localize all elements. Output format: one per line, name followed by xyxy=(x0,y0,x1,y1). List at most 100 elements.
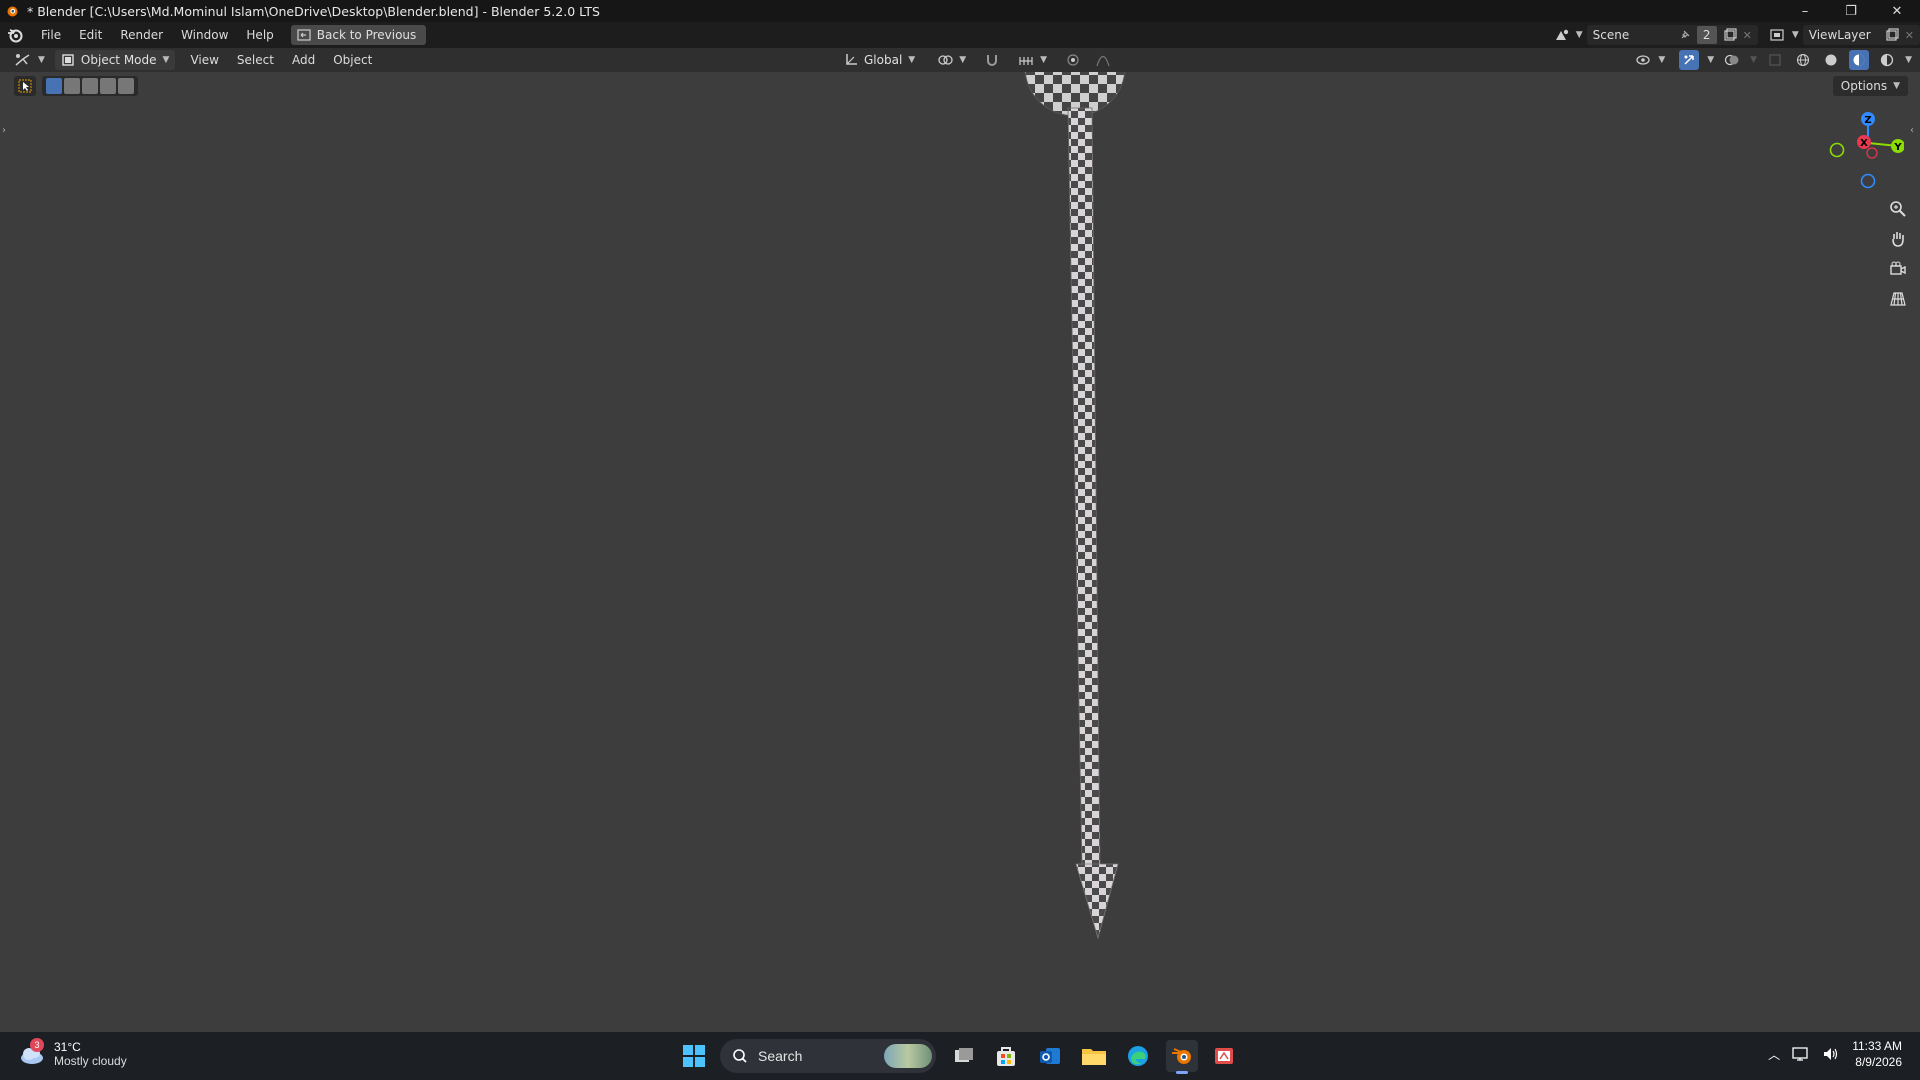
taskbar-search[interactable]: Search xyxy=(720,1039,936,1073)
view-layer-field[interactable]: ViewLayer ✕ xyxy=(1802,25,1920,45)
chevron-down-icon: ▼ xyxy=(959,55,967,65)
minimize-button[interactable]: – xyxy=(1782,0,1828,22)
ms-store-button[interactable] xyxy=(990,1040,1022,1072)
new-scene-icon[interactable] xyxy=(1723,28,1737,42)
mode-dropdown[interactable]: Object Mode ▼ xyxy=(54,50,176,70)
options-dropdown[interactable]: Options ▼ xyxy=(1832,76,1908,96)
weather-widget[interactable]: 3 31°C Mostly cloudy xyxy=(18,1038,127,1068)
pan-hand-icon[interactable] xyxy=(1884,226,1912,252)
file-explorer-button[interactable] xyxy=(1078,1040,1110,1072)
selectability-dropdown[interactable]: ▼ xyxy=(1630,50,1671,70)
solid-sphere-icon xyxy=(1825,54,1837,66)
view-layer-name: ViewLayer xyxy=(1808,28,1871,42)
select-tool-button[interactable] xyxy=(14,76,36,96)
outlook-button[interactable] xyxy=(1034,1040,1066,1072)
select-subtract-mode-icon[interactable] xyxy=(82,78,98,94)
pivot-point-dropdown[interactable]: ▼ xyxy=(931,50,972,70)
viewport-navigation xyxy=(1884,196,1912,312)
blender-menu-icon[interactable] xyxy=(6,26,24,44)
weather-desc: Mostly cloudy xyxy=(54,1054,127,1068)
sidebar-expand-icon[interactable]: ‹ xyxy=(1910,125,1914,136)
blender-taskbar-button[interactable] xyxy=(1166,1040,1198,1074)
snap-toggle[interactable] xyxy=(982,50,1002,70)
menu-select[interactable]: Select xyxy=(228,53,283,67)
tray-overflow-chevron-icon[interactable]: ︿ xyxy=(1768,1046,1780,1063)
shading-chevron-icon[interactable]: ▼ xyxy=(1905,55,1912,65)
orientation-label: Global xyxy=(864,53,903,67)
back-to-previous-button[interactable]: Back to Previous xyxy=(290,25,427,45)
maximize-button[interactable]: ❐ xyxy=(1828,0,1874,22)
windows-logo-icon xyxy=(683,1045,705,1067)
blender-logo-icon xyxy=(7,6,18,17)
xray-toggle[interactable] xyxy=(1765,50,1785,70)
remove-scene-icon[interactable]: ✕ xyxy=(1743,29,1752,42)
remove-view-layer-icon[interactable]: ✕ xyxy=(1905,29,1914,42)
perspective-grid-icon[interactable] xyxy=(1884,286,1912,312)
new-view-layer-icon[interactable] xyxy=(1885,28,1899,42)
gizmo-chevron-icon[interactable]: ▼ xyxy=(1707,55,1714,65)
close-button[interactable]: ✕ xyxy=(1874,0,1920,22)
menu-edit[interactable]: Edit xyxy=(70,28,111,42)
snipping-tool-button[interactable] xyxy=(1208,1040,1240,1072)
scene-users-count: 2 xyxy=(1696,26,1717,44)
network-icon[interactable] xyxy=(1792,1046,1810,1062)
snap-target-dropdown[interactable]: ▼ xyxy=(1012,50,1053,70)
checker-rod[interactable] xyxy=(1067,107,1119,940)
window-title: * Blender [C:\Users\Md.Mominul Islam\One… xyxy=(27,3,600,19)
shading-rendered[interactable] xyxy=(1877,50,1897,70)
rendered-sphere-icon xyxy=(1880,53,1894,67)
menu-render[interactable]: Render xyxy=(111,28,172,42)
select-extend-mode-icon[interactable] xyxy=(64,78,80,94)
pin-icon[interactable] xyxy=(1679,29,1691,41)
menu-object[interactable]: Object xyxy=(324,53,381,67)
taskbar-clock[interactable]: 11:33 AM 8/9/2026 xyxy=(1852,1038,1902,1070)
editor-type-dropdown[interactable]: ▼ xyxy=(8,50,51,70)
menu-help[interactable]: Help xyxy=(237,28,282,42)
gizmo-neg-y-handle[interactable] xyxy=(1829,142,1845,158)
task-view-button[interactable] xyxy=(948,1040,980,1072)
select-invert-mode-icon[interactable] xyxy=(100,78,116,94)
weather-badge: 3 xyxy=(30,1038,44,1052)
xray-icon xyxy=(1769,54,1781,66)
view-layer-chevron-icon[interactable]: ▼ xyxy=(1792,30,1799,40)
clock-date: 8/9/2026 xyxy=(1855,1055,1902,1069)
search-placeholder: Search xyxy=(758,1048,803,1064)
tool-strip xyxy=(14,76,138,96)
shading-solid[interactable] xyxy=(1821,50,1841,70)
pivot-icon xyxy=(938,55,953,65)
chevron-down-icon: ▼ xyxy=(1040,55,1048,65)
falloff-dropdown[interactable] xyxy=(1093,50,1113,70)
scene-selector-icon[interactable] xyxy=(1552,25,1572,45)
transform-orientation-dropdown[interactable]: Global ▼ xyxy=(838,50,921,70)
scene-field[interactable]: Scene 2 ✕ xyxy=(1586,25,1758,45)
menu-add[interactable]: Add xyxy=(283,53,324,67)
edge-button[interactable] xyxy=(1122,1040,1154,1072)
select-intersect-mode-icon[interactable] xyxy=(118,78,134,94)
navigation-gizmo[interactable]: Z X Y xyxy=(1820,110,1904,194)
scene-dropdown-chevron-icon[interactable]: ▼ xyxy=(1576,30,1583,40)
shading-material-preview[interactable] xyxy=(1849,50,1870,70)
menu-file[interactable]: File xyxy=(32,28,70,42)
speaker-icon[interactable] xyxy=(1822,1046,1840,1062)
menu-view[interactable]: View xyxy=(181,53,227,67)
gizmo-toggle[interactable] xyxy=(1679,50,1700,70)
start-button[interactable] xyxy=(678,1040,710,1072)
chevron-down-icon: ▼ xyxy=(908,55,916,65)
view-layer-icon[interactable] xyxy=(1768,25,1788,45)
clock-time: 11:33 AM xyxy=(1852,1039,1902,1053)
gizmo-neg-x-handle[interactable] xyxy=(1866,147,1878,159)
gizmo-neg-z-handle[interactable] xyxy=(1860,173,1876,189)
editor-type-icon xyxy=(15,54,30,66)
top-menubar: File Edit Render Window Help Back to Pre… xyxy=(0,22,1920,48)
shading-wireframe[interactable] xyxy=(1793,50,1813,70)
overlay-toggle[interactable] xyxy=(1722,50,1742,70)
folder-icon xyxy=(1082,1049,1106,1065)
overlay-chevron-icon[interactable]: ▼ xyxy=(1750,55,1757,65)
3d-viewport[interactable] xyxy=(0,48,1920,1032)
proportional-edit-toggle[interactable] xyxy=(1063,50,1083,70)
zoom-icon[interactable] xyxy=(1884,196,1912,222)
menu-window[interactable]: Window xyxy=(172,28,237,42)
camera-view-icon[interactable] xyxy=(1884,256,1912,282)
toolbar-expand-icon[interactable]: › xyxy=(2,125,6,136)
select-new-mode-icon[interactable] xyxy=(46,78,62,94)
